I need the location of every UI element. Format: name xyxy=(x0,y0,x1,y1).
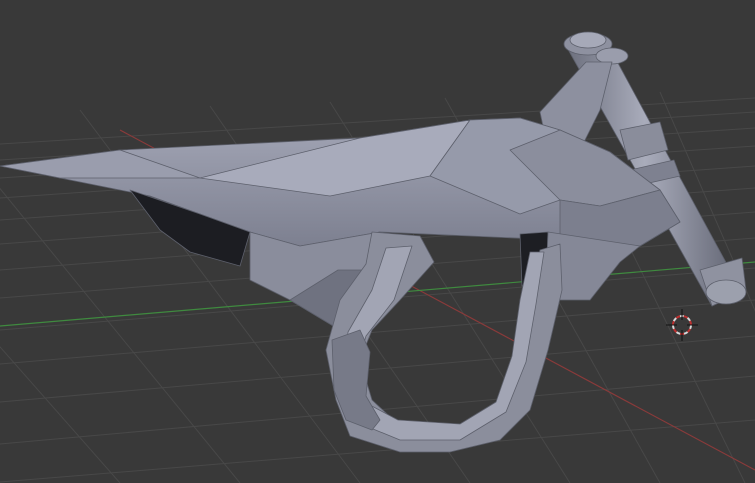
3d-cursor-icon[interactable] xyxy=(666,309,698,341)
viewport-canvas[interactable] xyxy=(0,0,755,483)
mesh-object[interactable] xyxy=(0,31,747,453)
3d-viewport[interactable] xyxy=(0,0,755,483)
